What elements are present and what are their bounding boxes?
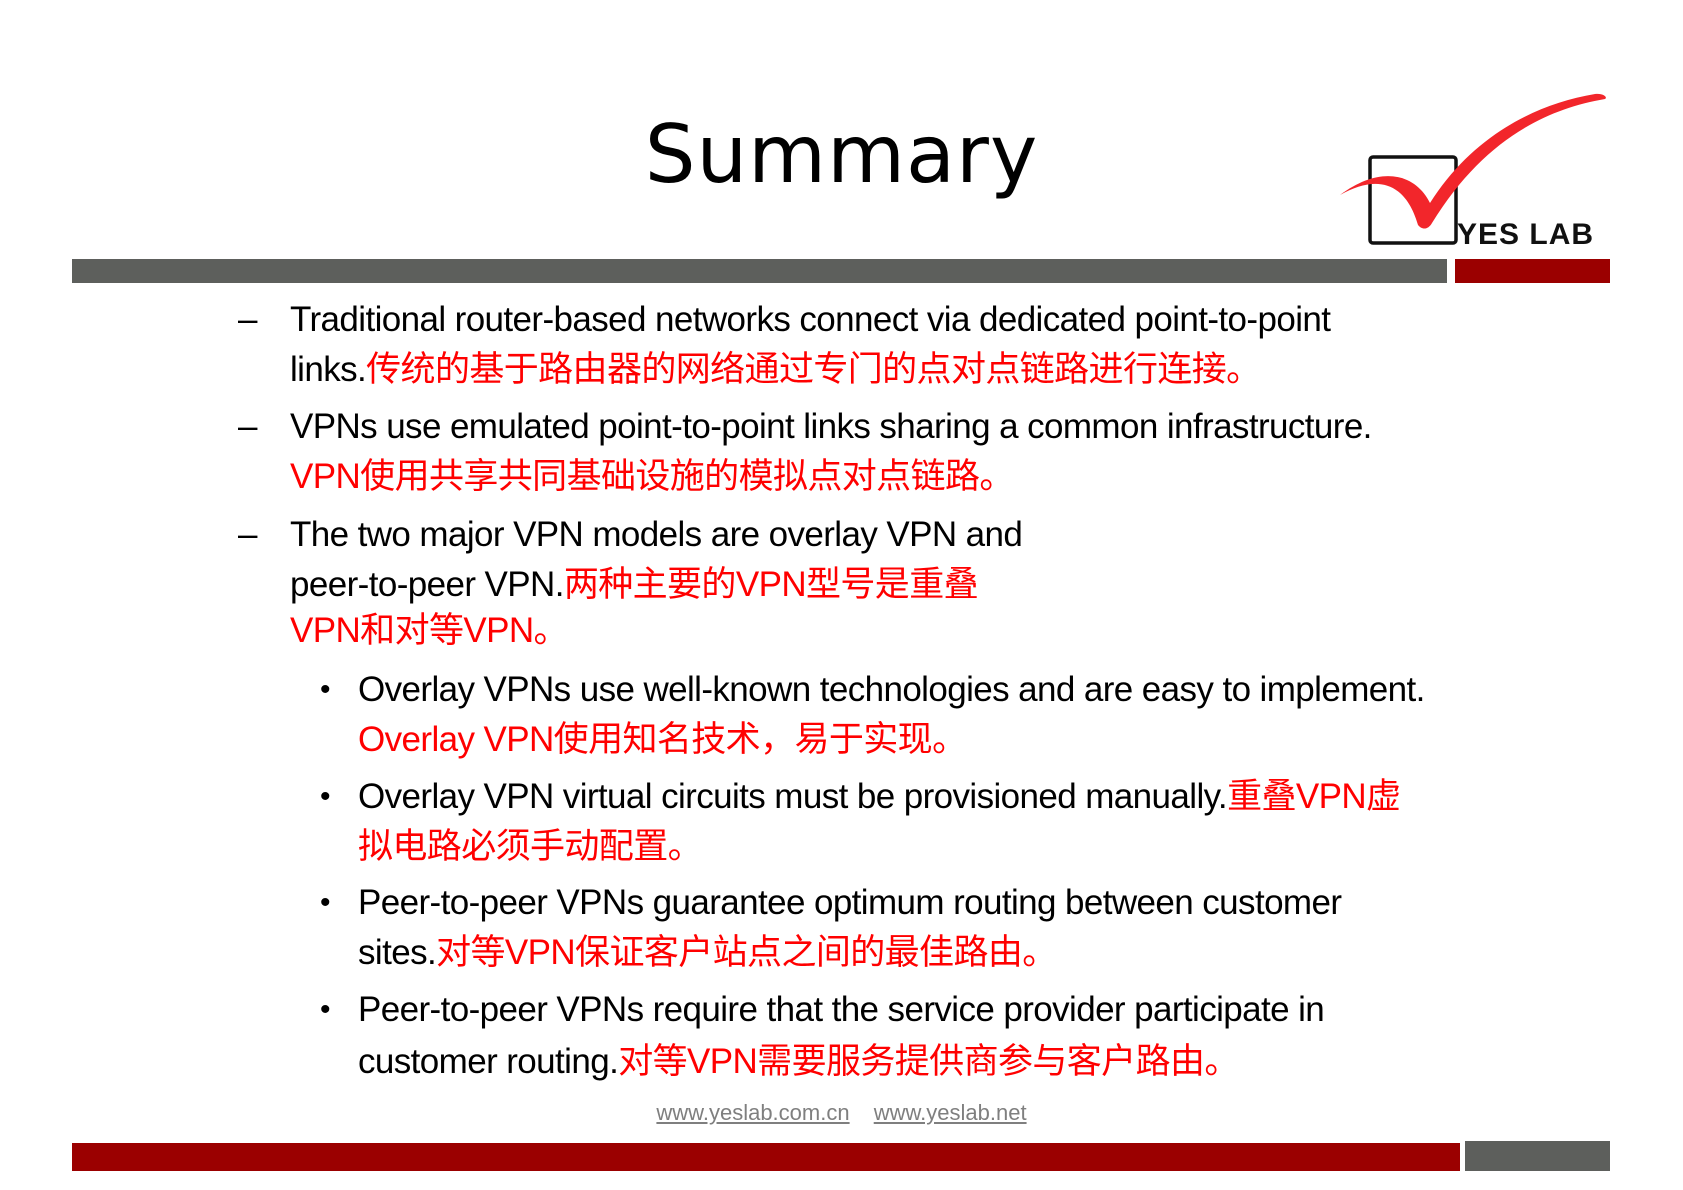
slide-body: – Traditional router-based networks conn… bbox=[0, 0, 1683, 1190]
bullet-marker: • bbox=[320, 886, 331, 919]
translation-text: Overlay VPN使用知名技术，易于实现。 bbox=[358, 720, 967, 759]
list-item-line: peer-to-peer VPN.两种主要的VPN型号是重叠 bbox=[290, 565, 979, 604]
list-item-line: Overlay VPN virtual circuits must be pro… bbox=[358, 777, 1401, 816]
translation-text: 对等VPN需要服务提供商参与客户路由。 bbox=[618, 1042, 1239, 1081]
translation-text: 两种主要的VPN型号是重叠 bbox=[563, 565, 979, 604]
list-item-line: Peer-to-peer VPNs require that the servi… bbox=[358, 990, 1325, 1029]
translation-text: 拟电路必须手动配置。 bbox=[358, 827, 703, 866]
list-item-line: Peer-to-peer VPNs guarantee optimum rout… bbox=[358, 883, 1342, 922]
list-item-line: VPN使用共享共同基础设施的模拟点对点链路。 bbox=[290, 455, 1014, 499]
list-item-line: VPN和对等VPN。 bbox=[290, 609, 569, 653]
list-item-line: sites.对等VPN保证客户站点之间的最佳路由。 bbox=[358, 933, 1057, 972]
list-item-line: links.传统的基于路由器的网络通过专门的点对点链路进行连接。 bbox=[290, 350, 1261, 389]
list-item-line: VPNs use emulated point-to-point links s… bbox=[290, 407, 1372, 446]
list-item-line: Traditional router-based networks connec… bbox=[290, 300, 1331, 339]
bullet-marker: • bbox=[320, 993, 331, 1026]
translation-text: VPN和对等VPN。 bbox=[290, 611, 569, 650]
list-item-line: Overlay VPNs use well-known technologies… bbox=[358, 670, 1425, 709]
footer-link-net[interactable]: www.yeslab.net bbox=[874, 1100, 1027, 1125]
footer-divider-grey bbox=[1465, 1141, 1610, 1171]
footer-links: www.yeslab.com.cn www.yeslab.net bbox=[0, 1100, 1683, 1126]
list-item-line: The two major VPN models are overlay VPN… bbox=[290, 515, 1023, 554]
translation-text: 传统的基于路由器的网络通过专门的点对点链路进行连接。 bbox=[366, 350, 1261, 389]
translation-text: VPN使用共享共同基础设施的模拟点对点链路。 bbox=[290, 457, 1014, 496]
bullet-marker: • bbox=[320, 780, 331, 813]
dash-marker: – bbox=[238, 407, 258, 446]
bullet-marker: • bbox=[320, 673, 331, 706]
footer-link-com-cn[interactable]: www.yeslab.com.cn bbox=[656, 1100, 849, 1125]
footer-divider-red bbox=[72, 1143, 1460, 1171]
translation-text: 对等VPN保证客户站点之间的最佳路由。 bbox=[436, 933, 1057, 972]
translation-text: 重叠VPN虚 bbox=[1227, 777, 1401, 816]
dash-marker: – bbox=[238, 515, 258, 554]
dash-marker: – bbox=[238, 300, 258, 339]
list-item-line: Overlay VPN使用知名技术，易于实现。 bbox=[358, 718, 967, 762]
list-item-line: customer routing.对等VPN需要服务提供商参与客户路由。 bbox=[358, 1042, 1239, 1081]
list-item-line: 拟电路必须手动配置。 bbox=[358, 825, 703, 869]
